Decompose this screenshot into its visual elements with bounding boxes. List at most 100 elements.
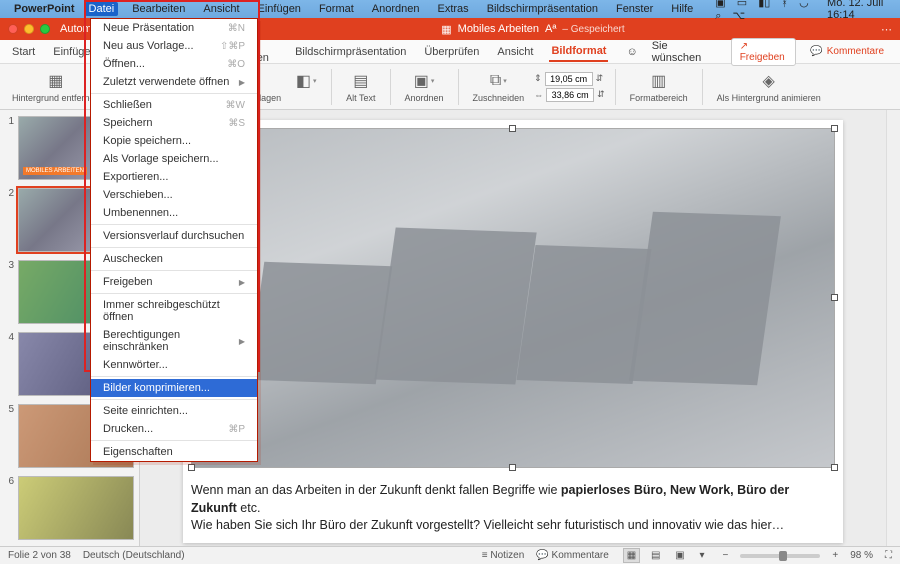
language-label[interactable]: Deutsch (Deutschland) [83, 550, 185, 561]
tell-me-label[interactable]: Sie wünschen [652, 40, 717, 64]
format-pane-button[interactable]: ▥ Formatbereich [626, 70, 692, 103]
menu-anordnen[interactable]: Anordnen [368, 2, 424, 16]
crop-button[interactable]: ⧉▾ Zuschneiden [469, 70, 529, 103]
resize-handle[interactable] [831, 125, 838, 132]
selected-image[interactable] [191, 128, 835, 468]
camera-icon[interactable]: ▣ [715, 0, 725, 9]
transparency-button[interactable]: ◧▾ [291, 70, 321, 103]
close-window-button[interactable] [8, 24, 18, 34]
menu-item[interactable]: Seite einrichten... [91, 402, 257, 420]
menu-item[interactable]: Kennwörter... [91, 356, 257, 374]
tab-start[interactable]: Start [10, 43, 37, 61]
menu-item[interactable]: Schließen⌘W [91, 96, 257, 114]
tab-ueberpruefen[interactable]: Überprüfen [422, 43, 481, 61]
menu-item[interactable]: Berechtigungen einschränken▶ [91, 326, 257, 356]
width-icon: ⇔ [534, 90, 543, 100]
remove-bg-icon: ▦ [45, 70, 67, 92]
view-buttons: ▦ ▤ ▣ ▾ [621, 550, 711, 561]
doc-icon: ▦ [441, 23, 451, 36]
menu-ansicht[interactable]: Ansicht [199, 2, 243, 16]
alt-text-button[interactable]: ▤ Alt Text [342, 70, 379, 103]
menu-item[interactable]: Versionsverlauf durchsuchen [91, 227, 257, 245]
maximize-window-button[interactable] [40, 24, 50, 34]
width-input[interactable] [546, 88, 594, 102]
menu-fenster[interactable]: Fenster [612, 2, 657, 16]
tab-bildschirm[interactable]: Bildschirmpräsentation [293, 43, 408, 61]
slide-text[interactable]: Wenn man an das Arbeiten in der Zukunft … [191, 482, 835, 535]
zoom-slider[interactable] [740, 554, 820, 558]
format-pane-icon: ▥ [648, 70, 670, 92]
height-input[interactable] [545, 72, 593, 86]
menu-item[interactable]: Neu aus Vorlage...⇧⌘P [91, 37, 257, 55]
menu-item[interactable]: Verschieben... [91, 186, 257, 204]
tell-me-icon[interactable]: ☺ [626, 46, 637, 58]
menu-bearbeiten[interactable]: Bearbeiten [128, 2, 189, 16]
comments-status-button[interactable]: 💬 Kommentare [536, 550, 608, 561]
search-icon[interactable]: ⌕ [715, 10, 721, 22]
slide-thumb-6[interactable] [18, 476, 134, 540]
menu-item[interactable]: Exportieren... [91, 168, 257, 186]
tab-bildformat[interactable]: Bildformat [549, 42, 608, 62]
menu-item[interactable]: Kopie speichern... [91, 132, 257, 150]
menu-item[interactable]: Auschecken [91, 250, 257, 268]
transparency-icon: ◧▾ [295, 70, 317, 92]
share-button[interactable]: ↗ Freigeben [731, 38, 797, 66]
saved-state: – Gespeichert [562, 24, 624, 35]
slide-counter[interactable]: Folie 2 von 38 [8, 550, 71, 561]
menubar-clock[interactable]: Mo. 12. Juli 16:14 [827, 0, 894, 21]
view-slideshow-icon[interactable]: ▾ [695, 548, 708, 563]
zoom-in-button[interactable]: + [832, 550, 838, 561]
resize-handle[interactable] [831, 294, 838, 301]
tab-ansicht[interactable]: Ansicht [495, 43, 535, 61]
size-inputs: ⇕⇵ ⇔⇵ [534, 72, 605, 102]
menu-item[interactable]: Als Vorlage speichern... [91, 150, 257, 168]
resize-handle[interactable] [831, 464, 838, 471]
menu-item[interactable]: Eigenschaften [91, 443, 257, 461]
resize-handle[interactable] [188, 464, 195, 471]
menu-item[interactable]: Umbenennen... [91, 204, 257, 222]
menu-format[interactable]: Format [315, 2, 358, 16]
animate-bg-button[interactable]: ◈ Als Hintergrund animieren [713, 70, 825, 103]
view-normal-icon[interactable]: ▦ [623, 548, 640, 563]
control-center-icon[interactable]: ⌥ [733, 10, 746, 22]
menu-item[interactable]: Drucken...⌘P [91, 420, 257, 438]
minimize-window-button[interactable] [24, 24, 34, 34]
display-icon[interactable]: ▭ [737, 0, 747, 9]
menu-item[interactable]: Freigeben▶ [91, 273, 257, 291]
accessibility-icon: Aª [545, 23, 556, 35]
mac-menubar: PowerPoint Datei Bearbeiten Ansicht Einf… [0, 0, 900, 18]
crop-icon: ⧉▾ [487, 70, 509, 92]
menu-item[interactable]: Zuletzt verwendete öffnen▶ [91, 73, 257, 91]
notes-button[interactable]: ≡ Notizen [482, 550, 525, 561]
menu-item[interactable]: Öffnen...⌘O [91, 55, 257, 73]
titlebar-more-icon[interactable]: ⋯ [881, 23, 892, 36]
animate-bg-icon: ◈ [758, 70, 780, 92]
wifi-icon[interactable]: ◡ [799, 0, 809, 9]
view-sorter-icon[interactable]: ▤ [647, 548, 664, 563]
menu-item[interactable]: Bilder komprimieren... [91, 379, 257, 397]
status-icons: ▣ ▭ ▮▯ ᚼ ◡ ⌕ ⌥ [707, 0, 817, 23]
resize-handle[interactable] [509, 464, 516, 471]
view-reading-icon[interactable]: ▣ [671, 548, 688, 563]
fit-window-icon[interactable]: ⛶ [885, 550, 892, 561]
datei-dropdown-menu: Neue Präsentation⌘NNeu aus Vorlage...⇧⌘P… [90, 18, 258, 462]
zoom-level[interactable]: 98 % [850, 550, 873, 561]
menu-extras[interactable]: Extras [434, 2, 473, 16]
menu-item[interactable]: Immer schreibgeschützt öffnen [91, 296, 257, 326]
bluetooth-icon[interactable]: ᚼ [781, 0, 788, 9]
menu-hilfe[interactable]: Hilfe [667, 2, 697, 16]
slide-canvas: Wenn man an das Arbeiten in der Zukunft … [183, 120, 843, 543]
doc-title[interactable]: Mobiles Arbeiten [458, 23, 539, 35]
menu-bildschirm[interactable]: Bildschirmpräsentation [483, 2, 602, 16]
app-name[interactable]: PowerPoint [14, 3, 75, 15]
menu-item[interactable]: Speichern⌘S [91, 114, 257, 132]
arrange-button[interactable]: ▣▾ Anordnen [401, 70, 448, 103]
zoom-out-button[interactable]: − [723, 550, 729, 561]
resize-handle[interactable] [509, 125, 516, 132]
menu-datei[interactable]: Datei [85, 2, 119, 16]
menu-einfuegen[interactable]: Einfügen [254, 2, 305, 16]
menu-item[interactable]: Neue Präsentation⌘N [91, 19, 257, 37]
battery-icon[interactable]: ▮▯ [758, 0, 770, 9]
comments-button[interactable]: 💬 Kommentare [804, 38, 890, 66]
vertical-scrollbar[interactable] [886, 110, 900, 546]
